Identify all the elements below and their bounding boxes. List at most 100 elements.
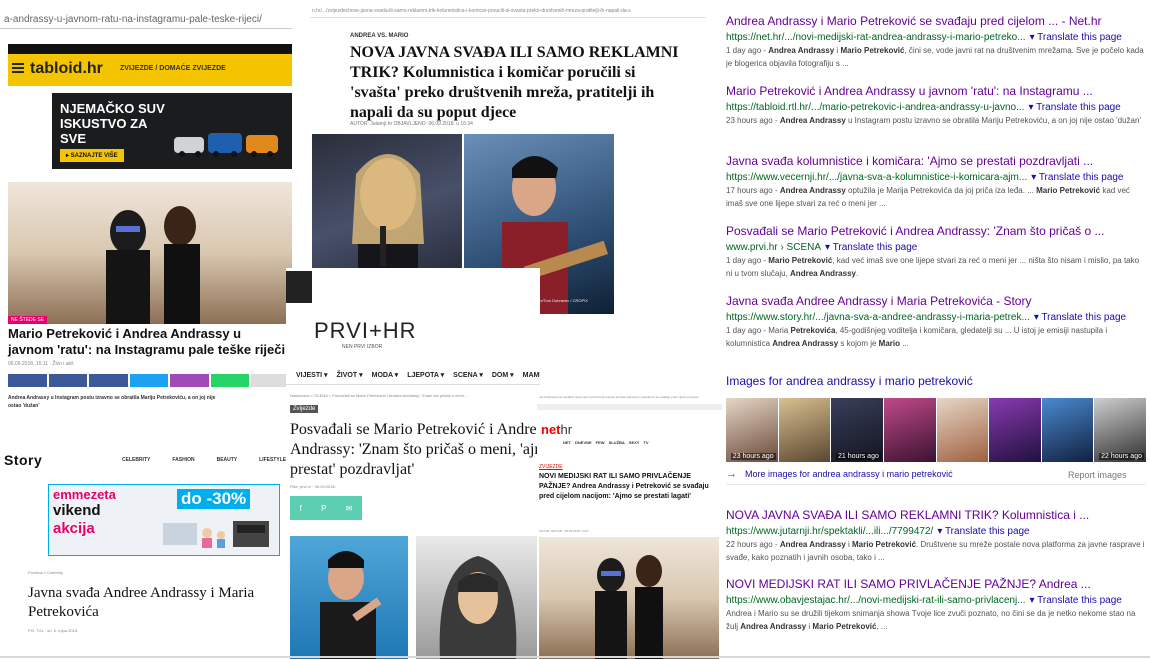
translate-link[interactable]: ▾ Translate this page xyxy=(1031,172,1123,183)
nav-item[interactable]: FEW xyxy=(596,440,605,445)
article-kicker: ANDREA VS. MARIO xyxy=(350,33,409,39)
nav-item[interactable]: CELEBRITY xyxy=(122,457,150,463)
result-snippet: 17 hours ago - Andrea Andrassy optužila … xyxy=(726,186,1130,208)
share-button[interactable] xyxy=(89,374,128,387)
nethr-url[interactable]: net.hr/danas/novi-medijski-rat-ili-samo-… xyxy=(539,395,699,399)
pinterest-icon[interactable]: P xyxy=(321,504,326,513)
result-url-text: https://www.obavjestajac.hr/.../novi-med… xyxy=(726,595,1026,606)
nav-item[interactable]: MODA ▾ xyxy=(372,372,399,379)
share-button[interactable] xyxy=(251,374,291,387)
nav-item[interactable]: MAME ▾ xyxy=(523,372,540,379)
article-tag[interactable]: ZVIJEZDE xyxy=(539,464,563,470)
image-thumbnail[interactable]: 21 hours ago xyxy=(831,398,883,462)
image-thumbnail[interactable] xyxy=(778,398,831,462)
nav-item[interactable]: LJEPOTA ▾ xyxy=(407,372,444,379)
article-meta: 06.09.2018. 15:11 · Živo i akš xyxy=(8,361,74,367)
share-button[interactable] xyxy=(129,374,169,387)
share-button[interactable] xyxy=(8,374,47,387)
image-thumbnail[interactable] xyxy=(883,398,936,462)
menu-icon[interactable] xyxy=(12,63,24,65)
article-headline[interactable]: Mario Petreković i Andrea Andrassy u jav… xyxy=(8,326,290,358)
tabloid-screenshot: a-andrassy-u-javnom-ratu-na-instagramu-p… xyxy=(0,0,292,430)
translate-link[interactable]: ▾ Translate this page xyxy=(1028,102,1120,113)
result-url: https://www.jutarnji.hr/spektakli/...ili… xyxy=(726,525,1146,538)
image-strip: 23 hours ago 21 hours ago 22 hours ago xyxy=(726,398,1146,462)
logo-prefix: net xyxy=(541,422,561,437)
result-title[interactable]: Javna svađa kolumnistice i komičara: 'Aj… xyxy=(726,154,1146,169)
translate-link[interactable]: ▾ Translate this page xyxy=(1030,32,1122,43)
breadcrumb[interactable]: ZVIJEZDE / DOMAĆE ZVIJEZDE xyxy=(120,65,226,72)
image-thumbnail[interactable] xyxy=(936,398,989,462)
divider xyxy=(286,384,540,385)
result-url: https://www.vecernji.hr/.../javna-sva-a-… xyxy=(726,171,1146,184)
ad-button[interactable]: ▸ SAZNAJTE VIŠE xyxy=(60,149,124,162)
result-title[interactable]: NOVI MEDIJSKI RAT ILI SAMO PRIVLAČENJE P… xyxy=(726,577,1146,592)
nav-item[interactable]: DNEVNE xyxy=(575,440,592,445)
result-url-text: https://www.vecernji.hr/.../javna-sva-a-… xyxy=(726,172,1028,183)
image-thumbnail[interactable] xyxy=(989,398,1041,462)
nethr-logo[interactable]: nethr xyxy=(541,422,572,437)
result-title[interactable]: Posvađali se Mario Petreković i Andrea A… xyxy=(726,224,1146,239)
report-images-link[interactable]: Report images xyxy=(1068,470,1127,480)
article-meta: AUTOR: Jutarnji.hr OBJAVLJENO: 06.09.201… xyxy=(350,121,473,127)
emmezeta-advertisement[interactable]: emmezeta vikend akcija do -30% xyxy=(48,484,280,556)
result-title[interactable]: Andrea Andrassy i Mario Petreković se sv… xyxy=(726,14,1146,29)
result-url: https://www.obavjestajac.hr/.../novi-med… xyxy=(726,594,1146,607)
images-heading[interactable]: Images for andrea andrassy i mario petre… xyxy=(726,374,973,388)
more-images-link[interactable]: → More images for andrea andrassy i mario… xyxy=(726,468,953,480)
search-result: Javna svađa Andree Andrassy i Maria Petr… xyxy=(726,294,1146,350)
nav-item[interactable]: SEXY xyxy=(629,440,640,445)
image-thumbnail[interactable] xyxy=(1041,398,1094,462)
nav-item[interactable]: DOM ▾ xyxy=(492,372,514,379)
nav-item[interactable]: SCENA ▾ xyxy=(453,372,483,379)
nav-item[interactable]: TV xyxy=(643,440,648,445)
nav-item[interactable]: ŽIVOT ▾ xyxy=(337,372,363,379)
result-title[interactable]: Mario Petreković i Andrea Andrassy u jav… xyxy=(726,84,1146,99)
result-snippet: Andrea i Mario su se družili tijekom sni… xyxy=(726,609,1136,631)
article-headline[interactable]: NOVA JAVNA SVAĐA ILI SAMO REKLAMNI TRIK?… xyxy=(350,43,690,123)
tabloid-logo[interactable]: tabloid.hr xyxy=(30,60,103,78)
article-headline[interactable]: NOVI MEDIJSKI RAT ILI SAMO PRIVLAČENJE P… xyxy=(539,472,719,502)
tabloid-url[interactable]: a-andrassy-u-javnom-ratu-na-instagramu-p… xyxy=(4,14,262,25)
nav-item[interactable]: FASHION xyxy=(172,457,194,463)
nav-item[interactable]: NET xyxy=(563,440,571,445)
share-button[interactable] xyxy=(48,374,88,387)
translate-link[interactable]: ▾ Translate this page xyxy=(1030,595,1122,606)
prvi-slogan: NEN PRVI IZBOR xyxy=(342,344,383,350)
image-thumbnail[interactable]: 22 hours ago xyxy=(1094,398,1146,462)
nav-item[interactable]: LIFESTYLE xyxy=(259,457,286,463)
breadcrumb[interactable]: Početna > Celebrity xyxy=(28,570,63,575)
result-url: https://tabloid.rtl.hr/.../mario-petreko… xyxy=(726,101,1146,114)
result-url-text: https://www.jutarnji.hr/spektakli/...ili… xyxy=(726,526,934,537)
translate-link[interactable]: ▾ Translate this page xyxy=(937,526,1029,537)
car-advertisement[interactable]: NJEMAČKO SUV ISKUSTVO ZA SVE ▸ SAZNAJTE … xyxy=(52,93,292,169)
tabloid-top-nav: RTL.HRVIJESTIRTL PLAYTV RASPOREDRTL KOCK… xyxy=(8,44,292,58)
prvi-nav: VIJESTI ▾ ŽIVOT ▾ MODA ▾ LJEPOTA ▾ SCENA ▾ DO… xyxy=(296,371,540,379)
article-tag[interactable]: NE ŠTEDE SE xyxy=(8,316,48,324)
nav-item[interactable]: SLUŽBA xyxy=(609,440,625,445)
nav-item[interactable]: VIJESTI ▾ xyxy=(296,372,328,379)
article-tag[interactable]: Zvijezde xyxy=(290,405,319,413)
breadcrumb[interactable]: Naslovnica > SCENA > Posvađali se Mario … xyxy=(290,393,467,398)
mail-icon[interactable]: ✉ xyxy=(346,504,353,513)
article-photo xyxy=(539,537,719,659)
article-headline[interactable]: Posvađali se Mario Petreković i Andrea A… xyxy=(290,420,540,480)
translate-link[interactable]: ▾ Translate this page xyxy=(825,242,917,253)
article-headline[interactable]: Javna svađa Andree Andrassy i Maria Petr… xyxy=(28,584,268,622)
search-result: NOVA JAVNA SVAĐA ILI SAMO REKLAMNI TRIK?… xyxy=(726,508,1146,564)
ad-discount: do -30% xyxy=(177,489,251,509)
share-button[interactable] xyxy=(170,374,209,387)
share-button[interactable] xyxy=(210,374,250,387)
divider xyxy=(0,28,292,29)
jutarnji-url[interactable]: n.hr/.../zvijezdechove-javna-svada-ili-s… xyxy=(312,8,631,14)
story-logo[interactable]: Story xyxy=(4,452,42,468)
facebook-icon[interactable]: f xyxy=(300,504,302,513)
logo-suffix: hr xyxy=(560,422,573,437)
result-title[interactable]: NOVA JAVNA SVAĐA ILI SAMO REKLAMNI TRIK?… xyxy=(726,508,1146,523)
nav-item[interactable]: BEAUTY xyxy=(217,457,238,463)
image-thumbnail[interactable]: 23 hours ago xyxy=(726,398,778,462)
result-title[interactable]: Javna svađa Andree Andrassy i Maria Petr… xyxy=(726,294,1146,309)
translate-link[interactable]: ▾ Translate this page xyxy=(1034,312,1126,323)
prvi-logo[interactable]: PRVI+HR xyxy=(314,318,417,344)
arrow-right-icon: → xyxy=(726,468,737,480)
